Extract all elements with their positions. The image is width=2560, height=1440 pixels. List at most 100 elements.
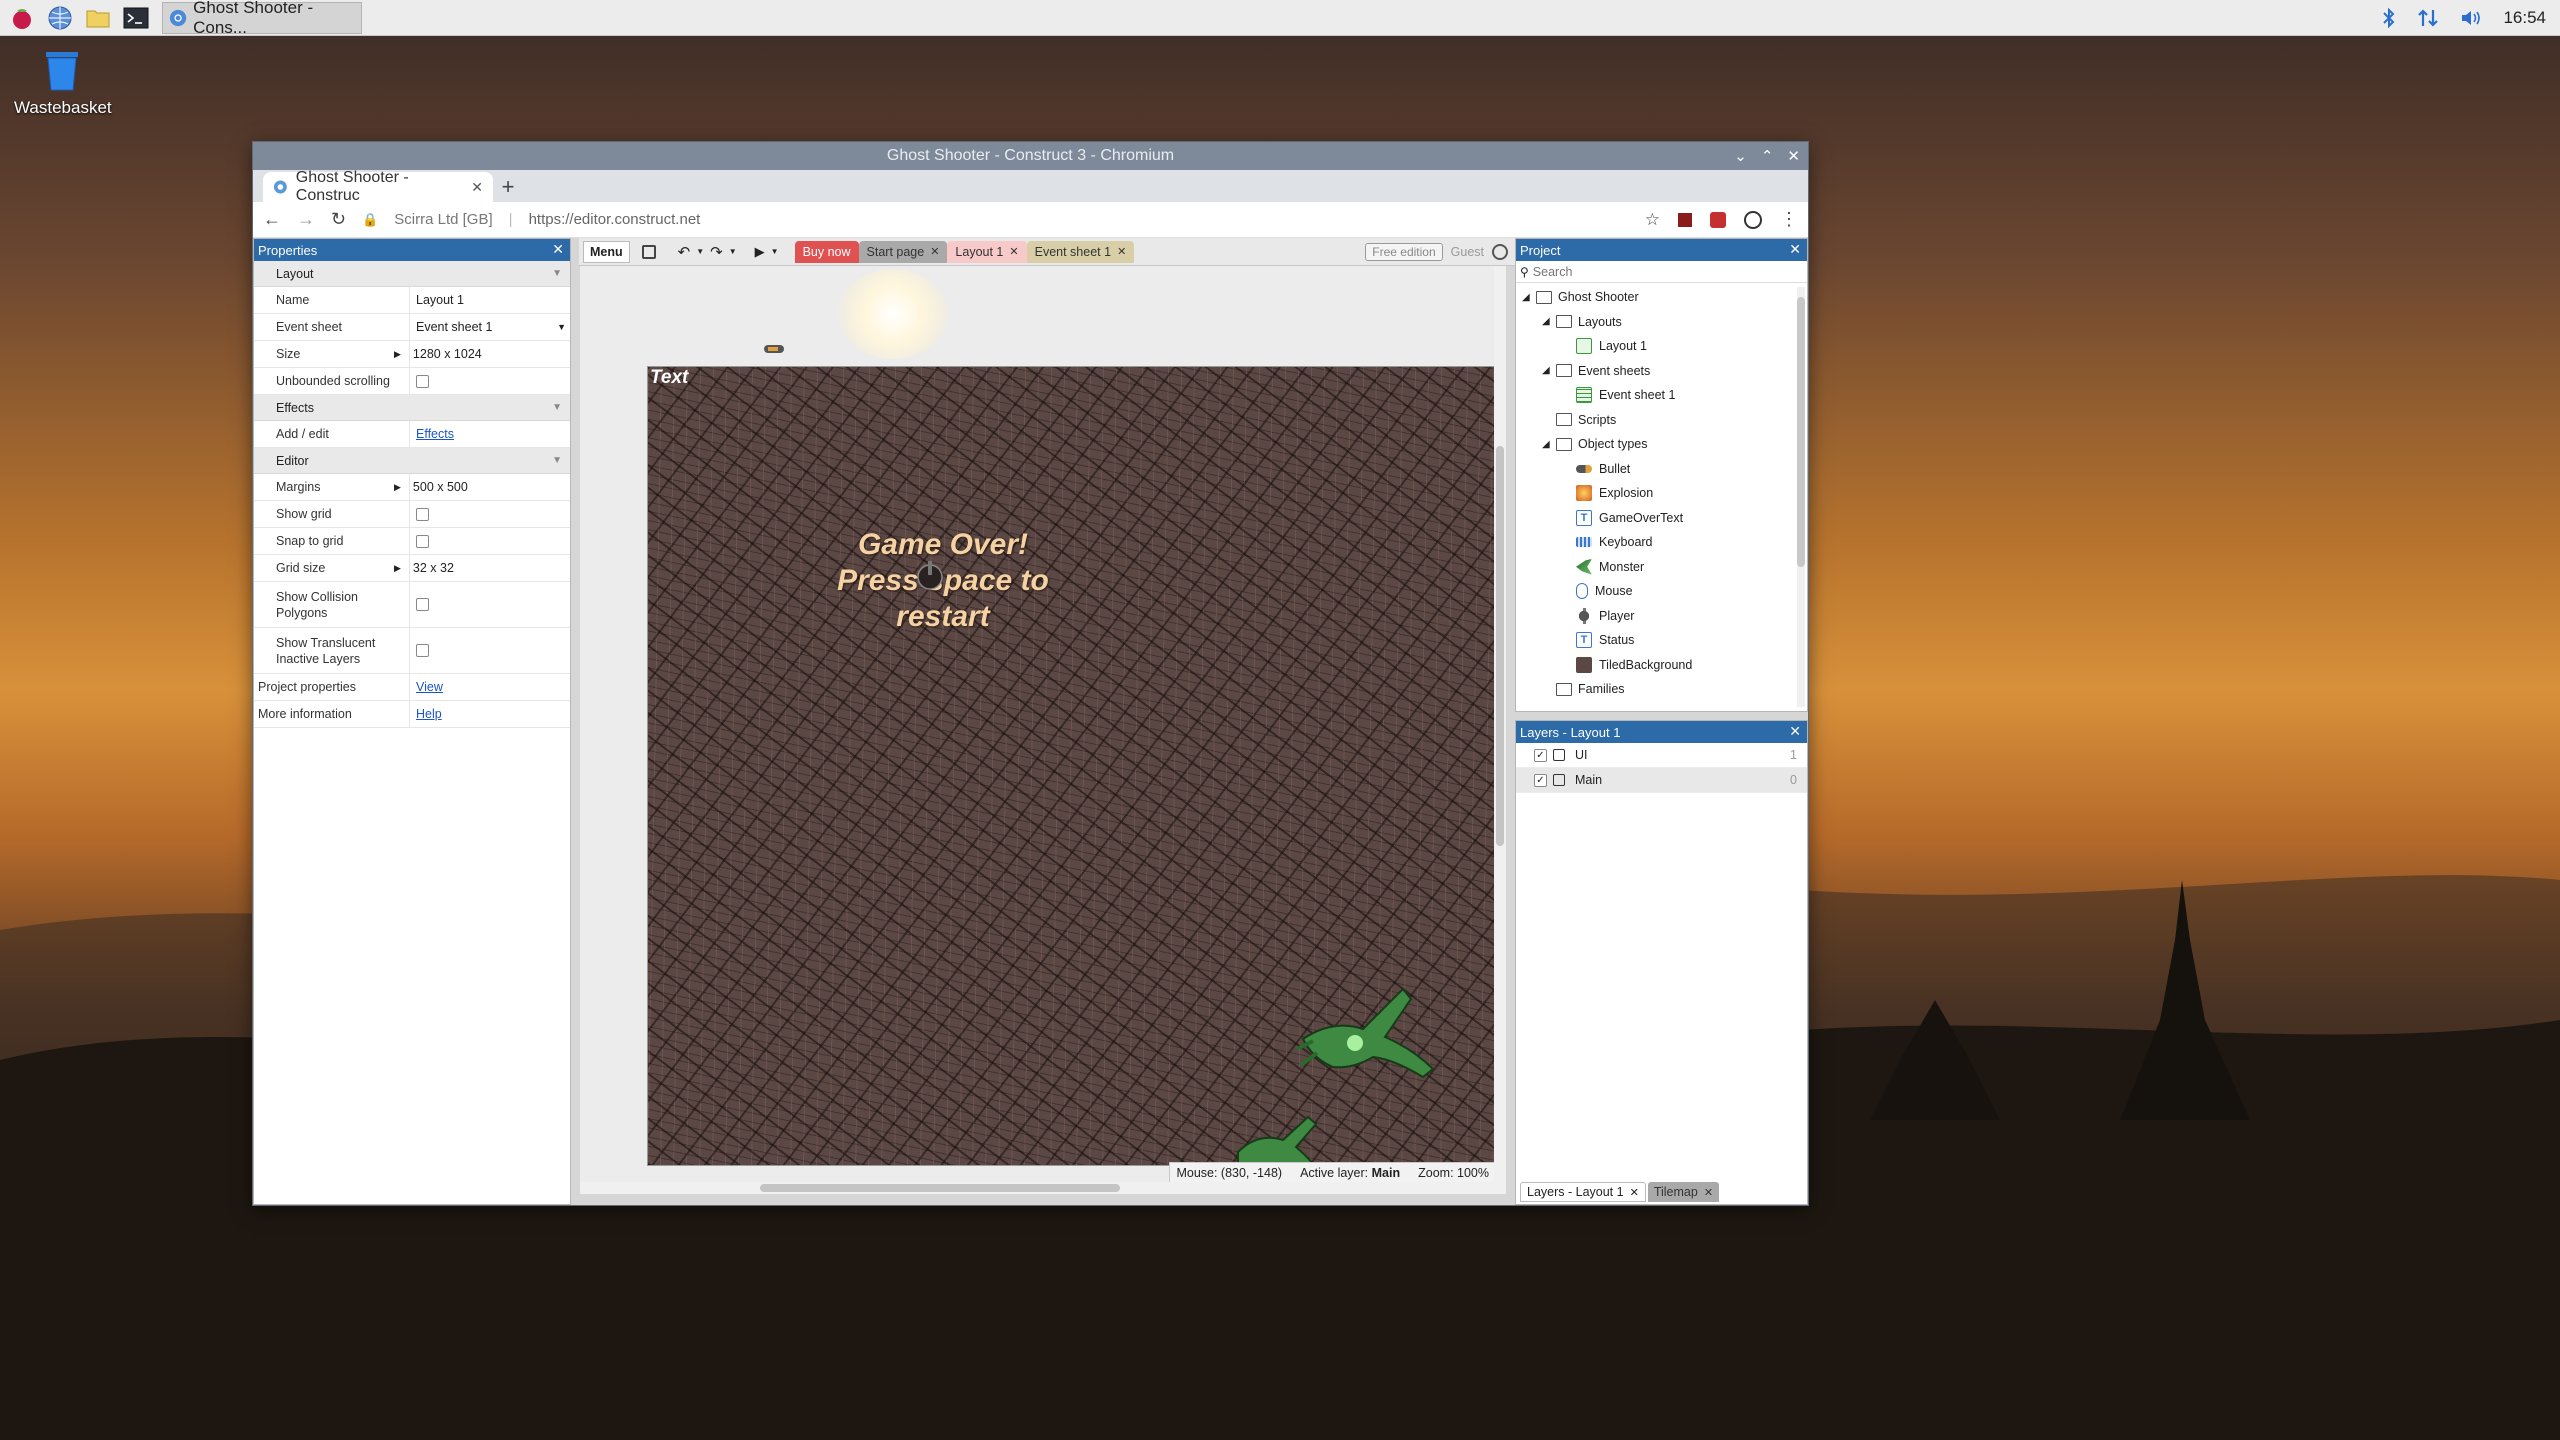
tab-tilemap[interactable]: Tilemap ✕ — [1647, 1182, 1720, 1202]
prop-category-layout[interactable]: Layout ▼ — [254, 261, 570, 287]
tree-object[interactable]: Bullet — [1522, 457, 1801, 482]
show-grid-checkbox[interactable] — [416, 507, 429, 521]
scroll-thumb[interactable] — [1797, 297, 1805, 567]
tab-event-sheet-1[interactable]: Event sheet 1 ✕ — [1026, 240, 1135, 263]
browser-tab[interactable]: Ghost Shooter - Construc ✕ — [263, 169, 493, 204]
tab-close-icon[interactable]: ✕ — [1704, 1186, 1713, 1199]
viewport-vertical-scrollbar[interactable] — [1494, 266, 1506, 1194]
file-manager-icon[interactable] — [82, 2, 114, 34]
tree-object[interactable]: T GameOverText — [1522, 506, 1801, 531]
menu-button[interactable]: Menu — [583, 240, 630, 263]
explosion-sprite[interactable] — [838, 269, 948, 359]
monster-sprite[interactable] — [1293, 979, 1443, 1089]
expand-arrow-icon[interactable]: ▶ — [394, 563, 401, 574]
viewport-horizontal-scrollbar[interactable] — [580, 1182, 1506, 1194]
preview-dropdown-icon[interactable]: ▼ — [771, 247, 779, 256]
minimize-icon[interactable]: ⌄ — [1734, 147, 1747, 165]
preview-play-icon[interactable]: ▶ — [755, 244, 765, 260]
bookmark-star-icon[interactable]: ☆ — [1645, 210, 1660, 230]
tree-object[interactable]: Keyboard — [1522, 530, 1801, 555]
layout-viewport[interactable]: Text Game Over! Press space to restart M… — [580, 266, 1506, 1194]
tab-close-icon[interactable]: ✕ — [1009, 245, 1018, 258]
expand-arrow-icon[interactable]: ▶ — [394, 482, 401, 493]
tab-close-icon[interactable]: ✕ — [930, 245, 939, 258]
profile-icon[interactable] — [1744, 210, 1762, 229]
project-close-icon[interactable]: ✕ — [1789, 241, 1801, 258]
prop-name-value[interactable]: Layout 1 — [409, 287, 570, 313]
scroll-thumb[interactable] — [1496, 446, 1504, 846]
prop-event-sheet-select[interactable]: Event sheet 1 ▼ — [409, 314, 570, 340]
tree-root[interactable]: ◢ Ghost Shooter — [1522, 285, 1801, 310]
tree-object[interactable]: Explosion — [1522, 481, 1801, 506]
tab-layout-1[interactable]: Layout 1 ✕ — [947, 240, 1027, 263]
back-icon[interactable]: ← — [263, 209, 281, 230]
tree-object-types[interactable]: ◢ Object types — [1522, 432, 1801, 457]
new-tab-button[interactable]: + — [493, 172, 523, 202]
raspberry-menu-icon[interactable] — [6, 2, 38, 34]
lock-icon[interactable]: 🔒 — [362, 212, 378, 228]
close-icon[interactable]: ✕ — [1787, 147, 1800, 165]
tree-families[interactable]: Families — [1522, 677, 1801, 702]
monster-sprite-2[interactable] — [1228, 1112, 1328, 1166]
tab-close-icon[interactable]: ✕ — [1117, 245, 1126, 258]
prop-category-effects[interactable]: Effects ▼ — [254, 395, 570, 421]
player-sprite[interactable] — [910, 557, 950, 597]
help-link[interactable]: Help — [416, 707, 442, 721]
expand-icon[interactable]: ◢ — [1522, 292, 1536, 303]
tree-object[interactable]: Monster — [1522, 555, 1801, 580]
undo-dropdown-icon[interactable]: ▼ — [696, 247, 704, 256]
layers-close-icon[interactable]: ✕ — [1789, 723, 1801, 740]
expand-arrow-icon[interactable]: ▶ — [394, 349, 401, 360]
url-field[interactable]: https://editor.construct.net — [529, 211, 701, 228]
prop-size-value[interactable]: ▶ 1280 x 1024 — [394, 341, 570, 367]
project-search[interactable]: ⚲ — [1516, 261, 1807, 283]
properties-close-icon[interactable]: ✕ — [552, 241, 564, 258]
lock-icon[interactable] — [1553, 774, 1565, 786]
unbounded-checkbox[interactable] — [416, 374, 429, 388]
expand-icon[interactable]: ◢ — [1542, 316, 1556, 327]
redo-dropdown-icon[interactable]: ▼ — [729, 247, 737, 256]
tab-start-page[interactable]: Start page ✕ — [858, 240, 948, 263]
tree-event-sheets[interactable]: ◢ Event sheets — [1522, 359, 1801, 384]
taskbar-task-chromium[interactable]: Ghost Shooter - Cons... — [162, 0, 362, 37]
tree-event-sheet-1[interactable]: Event sheet 1 — [1522, 383, 1801, 408]
tree-object[interactable]: Player — [1522, 604, 1801, 629]
terminal-icon[interactable] — [120, 2, 152, 34]
reload-icon[interactable]: ↻ — [331, 209, 346, 230]
tree-object[interactable]: TiledBackground — [1522, 653, 1801, 678]
view-link[interactable]: View — [416, 680, 443, 694]
maximize-icon[interactable]: ⌃ — [1761, 147, 1774, 165]
snap-checkbox[interactable] — [416, 534, 429, 548]
tree-layout-1[interactable]: Layout 1 — [1522, 334, 1801, 359]
volume-icon[interactable] — [2459, 7, 2483, 29]
tree-object[interactable]: T Status — [1522, 628, 1801, 653]
tab-close-icon[interactable]: ✕ — [1630, 1186, 1639, 1199]
prop-category-editor[interactable]: Editor ▼ — [254, 448, 570, 474]
expand-icon[interactable]: ◢ — [1542, 439, 1556, 450]
browser-launcher-icon[interactable] — [44, 2, 76, 34]
forward-icon[interactable]: → — [297, 209, 315, 230]
window-titlebar[interactable]: Ghost Shooter - Construct 3 - Chromium ⌄… — [253, 142, 1808, 170]
extension-icon[interactable] — [1678, 212, 1692, 227]
tree-object[interactable]: Mouse — [1522, 579, 1801, 604]
project-scrollbar[interactable] — [1797, 287, 1805, 707]
desktop-wastebasket[interactable]: Wastebasket — [14, 48, 112, 118]
buy-now-button[interactable]: Buy now — [794, 240, 859, 263]
scroll-thumb[interactable] — [760, 1184, 1120, 1192]
undo-icon[interactable]: ↶ — [678, 243, 691, 261]
effects-link[interactable]: Effects — [416, 427, 454, 441]
tab-close-icon[interactable]: ✕ — [471, 179, 483, 196]
tree-layouts[interactable]: ◢ Layouts — [1522, 310, 1801, 335]
layer-visible-checkbox[interactable]: ✓ — [1534, 748, 1547, 762]
prop-margins-value[interactable]: ▶ 500 x 500 — [394, 474, 570, 500]
redo-icon[interactable]: ↷ — [710, 243, 723, 261]
prop-grid-size-value[interactable]: ▶ 32 x 32 — [394, 555, 570, 581]
tree-scripts[interactable]: Scripts — [1522, 408, 1801, 433]
lock-icon[interactable] — [1553, 749, 1565, 761]
tab-layers[interactable]: Layers - Layout 1 ✕ — [1520, 1182, 1646, 1202]
layer-row-ui[interactable]: ✓ UI 1 — [1516, 743, 1807, 768]
translucent-checkbox[interactable] — [416, 644, 429, 657]
status-text-object[interactable]: Text — [650, 367, 688, 389]
bluetooth-icon[interactable] — [2381, 7, 2397, 29]
search-input[interactable] — [1532, 264, 1773, 279]
